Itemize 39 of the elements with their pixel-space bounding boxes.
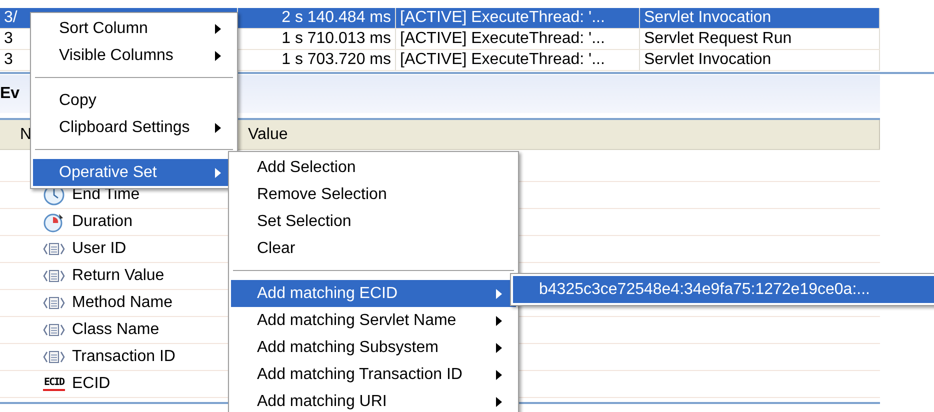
attribute-name: Return Value [72,266,164,286]
attribute-name: Method Name [72,293,172,313]
table-cell: Servlet Invocation [640,8,880,28]
submenu-arrow-icon [215,50,221,60]
submenu-arrow-icon [496,342,502,352]
table-cell: [ACTIVE] ExecuteThread: '... [396,50,640,70]
attribute-name: User ID [72,239,126,259]
table-cell: [ACTIVE] ExecuteThread: '... [396,8,640,28]
attribute-icon [43,296,65,310]
panel-title: Ev [0,84,20,104]
menu-item[interactable]: Add matching Transaction ID [231,361,516,388]
menu-item[interactable]: Clipboard Settings [33,114,235,141]
submenu-arrow-icon [215,122,221,132]
attribute-name: Transaction ID [72,347,176,367]
attribute-icon [43,269,65,283]
attribute-icon [43,242,65,256]
attribute-name: Class Name [72,320,160,340]
table-cell: Servlet Invocation [640,50,880,70]
submenu-arrow-icon [215,168,221,178]
attribute-name: Duration [72,212,132,232]
submenu-arrow-icon [496,288,502,298]
menu-item[interactable]: Set Selection [231,208,516,235]
attribute-icon [43,323,65,337]
menu-item[interactable]: Copy [33,87,235,114]
menu-item[interactable]: Add matching ECID [231,280,516,307]
stopwatch-icon [43,211,65,233]
menu-item[interactable]: Add matching URI [231,388,516,412]
menu-item[interactable]: b4325c3ce72548e4:34e9fa75:1272e19ce0a:... [513,276,934,303]
menu-item[interactable]: Add matching Servlet Name [231,307,516,334]
table-cell: [ACTIVE] ExecuteThread: '... [396,29,640,49]
submenu-arrow-icon [496,370,502,380]
attribute-icon [43,350,65,364]
menu-item[interactable]: Add matching Subsystem [231,334,516,361]
submenu-arrow-icon [496,396,502,406]
submenu-arrow-icon [215,24,221,34]
table-cell: Servlet Request Run [640,29,880,49]
attribute-name: ECID [72,374,110,394]
menu-item[interactable]: Clear [231,235,516,262]
submenu-arrow-icon [496,316,502,326]
